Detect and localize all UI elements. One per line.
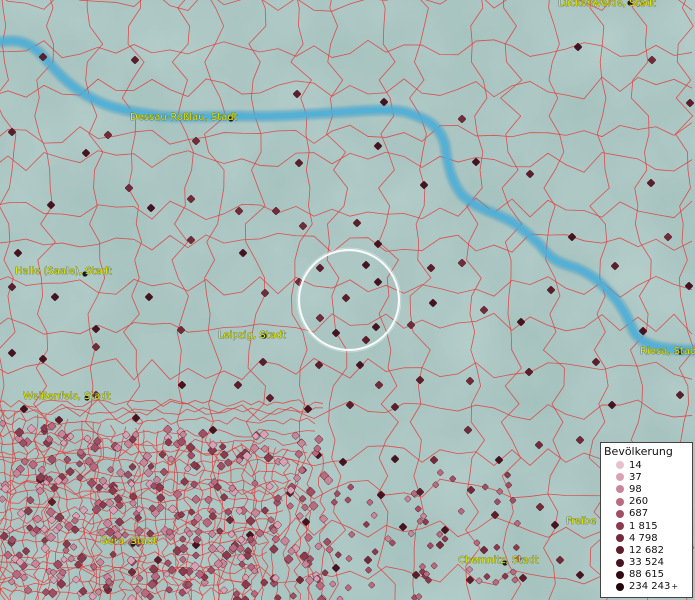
city-label: Dessau-Roßlau, Stadt <box>130 112 238 123</box>
legend-item: 687 <box>601 508 692 520</box>
legend-item: 88 615 <box>601 569 692 581</box>
legend-item: 33 524 <box>601 557 692 569</box>
legend-label: 37 <box>629 471 642 483</box>
legend-item: 1 815 <box>601 520 692 532</box>
legend-label: 1 815 <box>629 520 658 532</box>
legend-swatch <box>616 485 624 494</box>
legend-label: 234 243 <box>629 581 671 593</box>
legend-swatch <box>616 558 624 567</box>
legend-label: 14 <box>629 459 642 471</box>
legend-label: 260 <box>629 496 649 508</box>
city-label: Halle (Saale), Stadt <box>15 266 112 277</box>
city-label: Leipzig, Stadt <box>218 330 286 341</box>
legend-swatch <box>616 570 624 579</box>
legend-label: 12 682 <box>629 544 664 556</box>
city-freiberg[interactable]: Freibe <box>566 516 597 528</box>
city-weissenfels[interactable]: Weißenfels, Stadt <box>23 391 111 403</box>
city-luckenwalde[interactable]: Luckenwalde, Stadt <box>558 0 656 9</box>
legend-swatch <box>616 546 624 555</box>
legend-item: 260 <box>601 496 692 508</box>
city-gera[interactable]: Gera, Stadt <box>100 536 158 548</box>
legend-swatch <box>616 582 624 591</box>
legend-label: 33 524 <box>629 557 664 569</box>
city-label: Gera, Stadt <box>100 536 157 547</box>
city-riesa[interactable]: Riesa, Stadt <box>640 346 695 358</box>
legend-title: Bevölkerung <box>604 445 673 458</box>
city-halle[interactable]: Halle (Saale), Stadt <box>15 266 113 278</box>
legend-swatch <box>616 534 624 543</box>
legend-plus: + <box>671 582 679 592</box>
legend-label: 4 798 <box>629 532 658 544</box>
city-label: Chemnitz, Stadt <box>458 555 539 566</box>
legend-swatch <box>616 461 624 469</box>
city-label: Riesa, Stadt <box>640 346 695 357</box>
legend-swatch <box>616 497 624 506</box>
legend-swatch <box>616 473 624 482</box>
legend: Bevölkerung 14 37 98 260 687 1 815 4 798 12 682… <box>600 442 693 598</box>
map-view[interactable]: Luckenwalde, Stadt Dessau-Roßlau, Stadt Ha… <box>0 0 695 600</box>
city-leipzig[interactable]: Leipzig, Stadt <box>218 330 287 342</box>
legend-item: 234 243 + <box>601 581 692 593</box>
city-label: Weißenfels, Stadt <box>23 391 111 402</box>
legend-item: 37 <box>601 471 692 483</box>
legend-label: 98 <box>629 483 642 495</box>
legend-label: 687 <box>629 508 649 520</box>
legend-swatch <box>616 509 624 518</box>
city-label: Freibe <box>566 516 596 527</box>
legend-label: 88 615 <box>629 569 664 581</box>
legend-item: 98 <box>601 483 692 495</box>
legend-item: 14 <box>601 459 692 471</box>
city-label: Luckenwalde, Stadt <box>558 0 656 9</box>
city-chemnitz[interactable]: Chemnitz, Stadt <box>458 555 539 567</box>
legend-swatch <box>616 521 624 530</box>
legend-item: 4 798 <box>601 532 692 544</box>
city-dessau[interactable]: Dessau-Roßlau, Stadt <box>130 112 238 124</box>
legend-item: 12 682 <box>601 544 692 556</box>
